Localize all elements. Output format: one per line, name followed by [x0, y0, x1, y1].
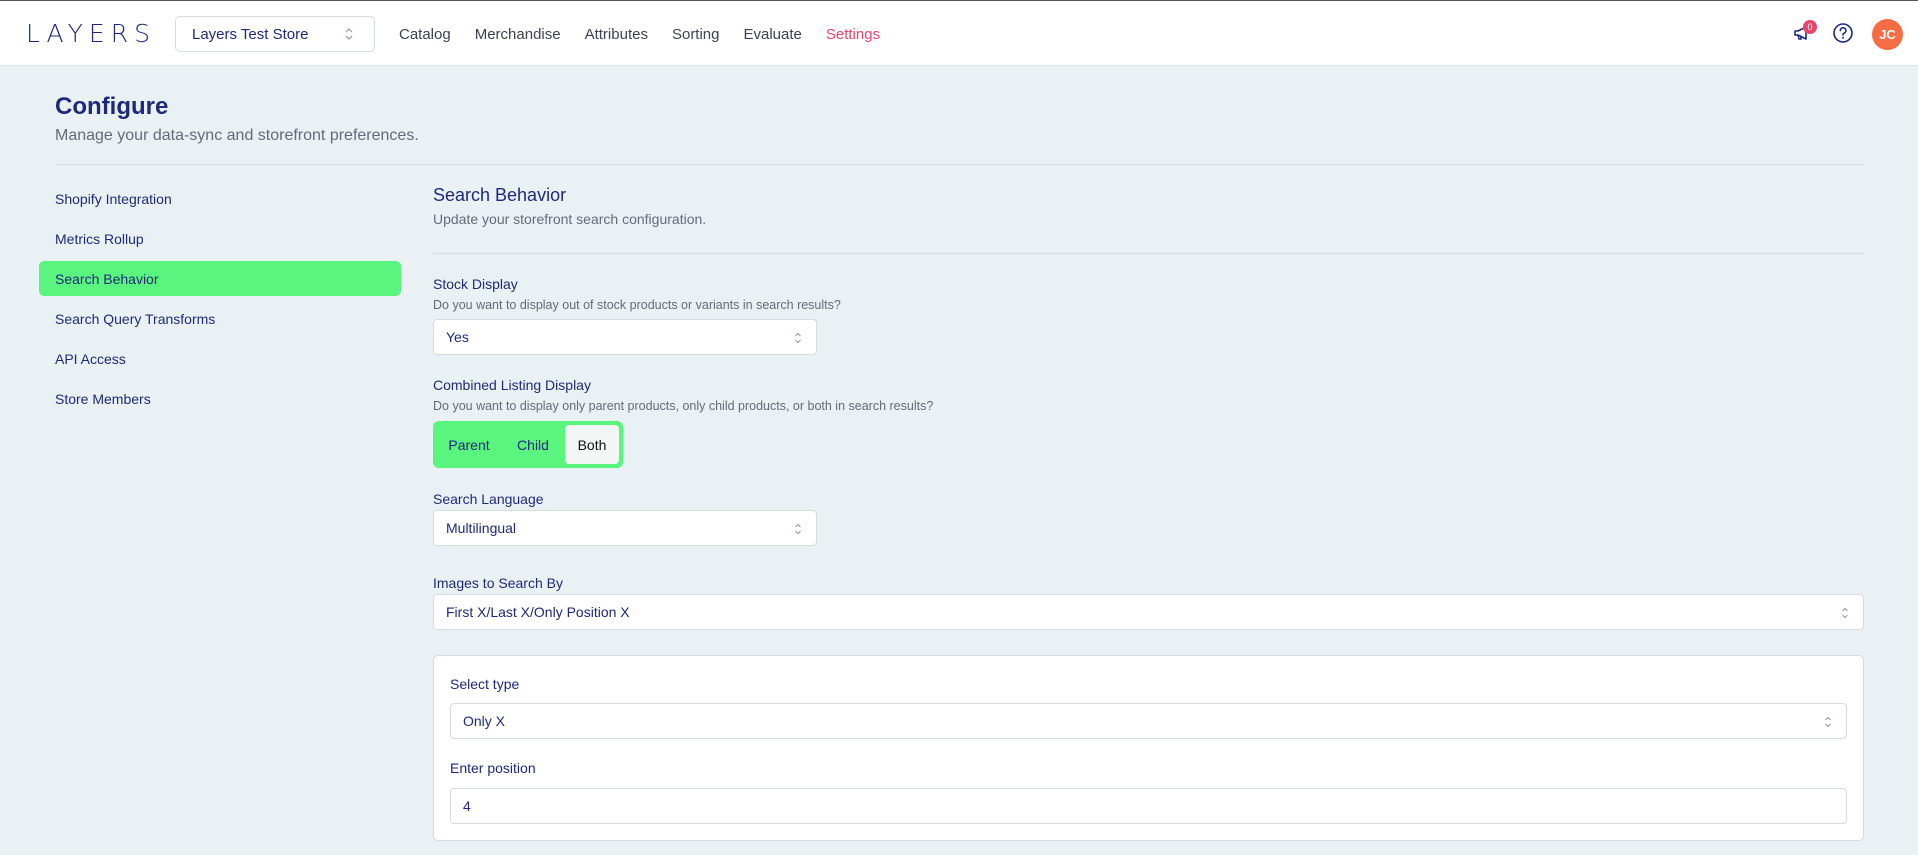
- segment-child[interactable]: Child: [501, 425, 565, 464]
- sidebar-item-search-query-transforms[interactable]: Search Query Transforms: [39, 301, 401, 336]
- images-search-select[interactable]: First X/Last X/Only Position X: [433, 594, 1864, 630]
- nav-catalog[interactable]: Catalog: [399, 26, 451, 43]
- top-navigation-bar: LAYERS Layers Test Store Catalog Merchan…: [0, 0, 1918, 66]
- user-avatar[interactable]: JC: [1872, 19, 1903, 50]
- sidebar-item-shopify-integration[interactable]: Shopify Integration: [39, 181, 401, 216]
- combined-listing-label: Combined Listing Display: [433, 377, 591, 393]
- images-search-value: First X/Last X/Only Position X: [446, 604, 630, 620]
- segment-both[interactable]: Both: [565, 425, 619, 464]
- section-subtitle: Update your storefront search configurat…: [433, 211, 707, 227]
- position-label: Enter position: [450, 760, 536, 776]
- section-title: Search Behavior: [433, 185, 567, 205]
- page-subtitle: Manage your data-sync and storefront pre…: [55, 127, 419, 144]
- page-title: Configure: [55, 93, 169, 120]
- store-selector-label: Layers Test Store: [192, 25, 309, 43]
- position-input[interactable]: [450, 788, 1847, 824]
- main-nav: Catalog Merchandise Attributes Sorting E…: [399, 1, 904, 67]
- header-divider: [55, 164, 1864, 165]
- sidebar-item-metrics-rollup[interactable]: Metrics Rollup: [39, 221, 401, 256]
- segment-parent[interactable]: Parent: [437, 425, 501, 464]
- nav-evaluate[interactable]: Evaluate: [744, 26, 802, 43]
- stock-display-label: Stock Display: [433, 276, 518, 292]
- sidebar-item-store-members[interactable]: Store Members: [39, 381, 401, 416]
- combined-listing-hint: Do you want to display only parent produ…: [433, 399, 934, 413]
- help-icon[interactable]: [1832, 22, 1854, 44]
- select-type-label: Select type: [450, 676, 520, 692]
- nav-settings[interactable]: Settings: [826, 26, 880, 43]
- chevron-up-down-icon: [795, 523, 801, 535]
- select-type-select[interactable]: Only X: [450, 703, 1847, 739]
- image-options-card: Select type Only X Enter position: [433, 655, 1864, 841]
- chevron-up-down-icon: [345, 28, 353, 40]
- stock-display-hint: Do you want to display out of stock prod…: [433, 298, 841, 312]
- search-language-label: Search Language: [433, 491, 544, 507]
- store-selector[interactable]: Layers Test Store: [175, 16, 375, 52]
- stock-display-value: Yes: [446, 329, 469, 345]
- select-type-value: Only X: [463, 713, 506, 729]
- sidebar-item-api-access[interactable]: API Access: [39, 341, 401, 376]
- layers-logo[interactable]: LAYERS: [26, 19, 156, 48]
- nav-attributes[interactable]: Attributes: [585, 26, 648, 43]
- sidebar-item-search-behavior[interactable]: Search Behavior: [39, 261, 401, 296]
- search-language-select[interactable]: Multilingual: [433, 510, 817, 546]
- search-language-value: Multilingual: [446, 520, 517, 536]
- nav-merchandise[interactable]: Merchandise: [475, 26, 561, 43]
- notification-badge: 0: [1803, 20, 1817, 34]
- chevron-up-down-icon: [1825, 716, 1831, 728]
- section-divider: [433, 253, 1864, 254]
- combined-listing-segmented-control: Parent Child Both: [433, 421, 623, 468]
- nav-sorting[interactable]: Sorting: [672, 26, 720, 43]
- images-search-label: Images to Search By: [433, 575, 563, 591]
- chevron-up-down-icon: [1842, 607, 1848, 619]
- chevron-up-down-icon: [795, 332, 801, 344]
- stock-display-select[interactable]: Yes: [433, 319, 817, 355]
